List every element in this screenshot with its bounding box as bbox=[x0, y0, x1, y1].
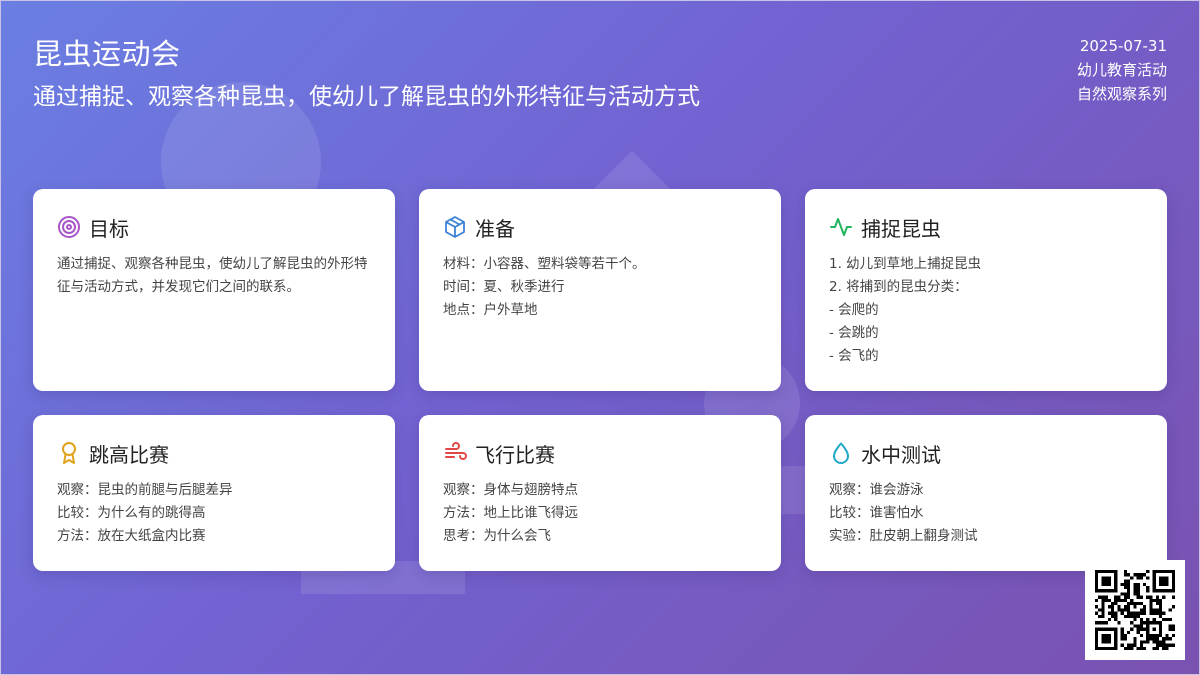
water-card-title: 水中测试 bbox=[861, 442, 941, 467]
prep-card-body: 材料：小容器、塑料袋等若干个。 时间：夏、秋季进行 地点：户外草地 bbox=[443, 253, 757, 322]
goal-card-header: 目标 bbox=[57, 213, 371, 241]
water-line: 观察：谁会游泳 bbox=[829, 482, 924, 498]
catch-card: 捕捉昆虫 1. 幼儿到草地上捕捉昆虫 2. 将捕到的昆虫分类： - 会爬的 - … bbox=[805, 189, 1167, 391]
prep-card: 准备 材料：小容器、塑料袋等若干个。 时间：夏、秋季进行 地点：户外草地 bbox=[419, 189, 781, 391]
fly-line: 方法：地上比谁飞得远 bbox=[443, 505, 578, 521]
qr-code[interactable] bbox=[1085, 560, 1185, 660]
water-line: 比较：谁害怕水 bbox=[829, 505, 924, 521]
water-card: 水中测试 观察：谁会游泳 比较：谁害怕水 实验：肚皮朝上翻身测试 bbox=[805, 415, 1167, 571]
jump-card-body: 观察：昆虫的前腿与后腿差异 比较：为什么有的跳得高 方法：放在大纸盒内比赛 bbox=[57, 479, 371, 548]
droplet-icon bbox=[833, 442, 849, 464]
water-card-body: 观察：谁会游泳 比较：谁害怕水 实验：肚皮朝上翻身测试 bbox=[829, 479, 1143, 548]
header-meta: 2025-07-31 幼儿教育活动 自然观察系列 bbox=[1077, 34, 1167, 106]
prep-line: 时间：夏、秋季进行 bbox=[443, 279, 565, 295]
catch-card-body: 1. 幼儿到草地上捕捉昆虫 2. 将捕到的昆虫分类： - 会爬的 - 会跳的 -… bbox=[829, 253, 1143, 368]
series-label: 自然观察系列 bbox=[1076, 85, 1167, 103]
target-icon bbox=[58, 216, 80, 238]
wind-icon bbox=[445, 442, 467, 460]
goal-card: 目标 通过捕捉、观察各种昆虫，使幼儿了解昆虫的外形特征与活动方式，并发现它们之间… bbox=[33, 189, 395, 391]
page-title: 昆虫运动会 bbox=[33, 37, 181, 71]
award-icon bbox=[62, 442, 76, 464]
jump-line: 方法：放在大纸盒内比赛 bbox=[57, 528, 206, 544]
catch-line: - 会飞的 bbox=[829, 348, 879, 364]
category-label: 幼儿教育活动 bbox=[1076, 61, 1167, 79]
page-subtitle: 通过捕捉、观察各种昆虫，使幼儿了解昆虫的外形特征与活动方式 bbox=[33, 84, 700, 110]
catch-line: - 会爬的 bbox=[829, 302, 879, 318]
prep-card-header: 准备 bbox=[443, 213, 757, 241]
fly-card: 飞行比赛 观察：身体与翅膀特点 方法：地上比谁飞得远 思考：为什么会飞 bbox=[419, 415, 781, 571]
goal-card-body: 通过捕捉、观察各种昆虫，使幼儿了解昆虫的外形特征与活动方式，并发现它们之间的联系… bbox=[57, 253, 371, 299]
goal-card-title: 目标 bbox=[89, 216, 129, 241]
fly-card-title: 飞行比赛 bbox=[475, 442, 555, 467]
catch-line: - 会跳的 bbox=[829, 325, 879, 341]
catch-line: 1. 幼儿到草地上捕捉昆虫 bbox=[829, 256, 982, 272]
prep-card-title: 准备 bbox=[475, 216, 515, 241]
goal-text: 通过捕捉、观察各种昆虫，使幼儿了解昆虫的外形特征与活动方式，并发现它们之间的联系… bbox=[57, 256, 368, 295]
catch-line: 2. 将捕到的昆虫分类： bbox=[829, 279, 968, 295]
jump-card: 跳高比赛 观察：昆虫的前腿与后腿差异 比较：为什么有的跳得高 方法：放在大纸盒内… bbox=[33, 415, 395, 571]
date-label: 2025-07-31 bbox=[1079, 37, 1167, 55]
fly-card-header: 飞行比赛 bbox=[443, 439, 757, 467]
jump-line: 比较：为什么有的跳得高 bbox=[57, 505, 206, 521]
decor-rectangle-small bbox=[780, 466, 806, 514]
qr-code-icon bbox=[1095, 570, 1175, 650]
fly-line: 观察：身体与翅膀特点 bbox=[443, 482, 578, 498]
prep-line: 地点：户外草地 bbox=[443, 302, 538, 318]
prep-line: 材料：小容器、塑料袋等若干个。 bbox=[443, 256, 646, 272]
catch-card-title: 捕捉昆虫 bbox=[861, 216, 941, 241]
water-line: 实验：肚皮朝上翻身测试 bbox=[829, 528, 978, 544]
jump-card-header: 跳高比赛 bbox=[57, 439, 371, 467]
jump-card-title: 跳高比赛 bbox=[89, 442, 169, 467]
catch-card-header: 捕捉昆虫 bbox=[829, 213, 1143, 241]
water-card-header: 水中测试 bbox=[829, 439, 1143, 467]
activity-icon bbox=[830, 218, 852, 236]
fly-card-body: 观察：身体与翅膀特点 方法：地上比谁飞得远 思考：为什么会飞 bbox=[443, 479, 757, 548]
jump-line: 观察：昆虫的前腿与后腿差异 bbox=[57, 482, 233, 498]
fly-line: 思考：为什么会飞 bbox=[443, 528, 551, 544]
box-icon bbox=[445, 216, 465, 238]
